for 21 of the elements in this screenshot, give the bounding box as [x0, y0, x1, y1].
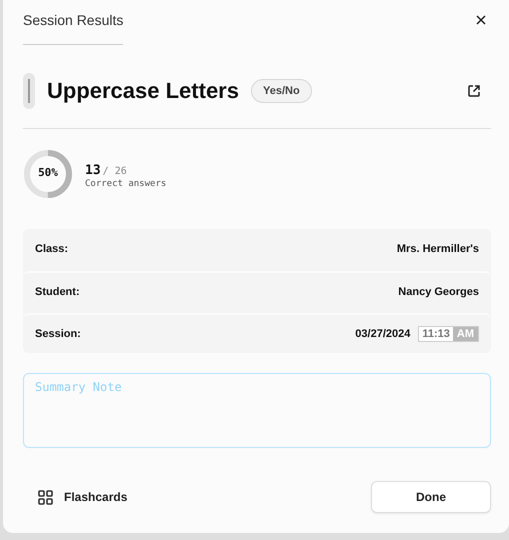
flashcards-button[interactable]: Flashcards [23, 490, 128, 504]
type-tag: Yes/No [250, 79, 312, 103]
percent-label: 50% [37, 166, 59, 179]
detail-label: Class: [35, 243, 68, 255]
done-button[interactable]: Done [371, 481, 491, 513]
summary-note-field[interactable]: Summary Note [23, 373, 491, 448]
dialog-title: Session Results [23, 12, 124, 28]
detail-label: Student: [35, 286, 80, 298]
drag-handle[interactable] [23, 73, 35, 109]
correct-count: 13 [85, 163, 101, 178]
time-field[interactable]: 11:13 AM [418, 326, 479, 342]
external-link-icon [467, 84, 481, 98]
detail-value: Mrs. Hermiller's [396, 243, 479, 255]
total-count: / 26 [102, 166, 127, 177]
deck-title: Uppercase Letters [47, 78, 239, 104]
detail-value: Nancy Georges [398, 286, 479, 298]
score-caption: Correct answers [85, 179, 166, 189]
detail-label: Session: [35, 328, 81, 340]
detail-value: 03/27/2024 [355, 328, 410, 340]
grid-icon [38, 490, 53, 504]
close-icon [475, 14, 487, 26]
